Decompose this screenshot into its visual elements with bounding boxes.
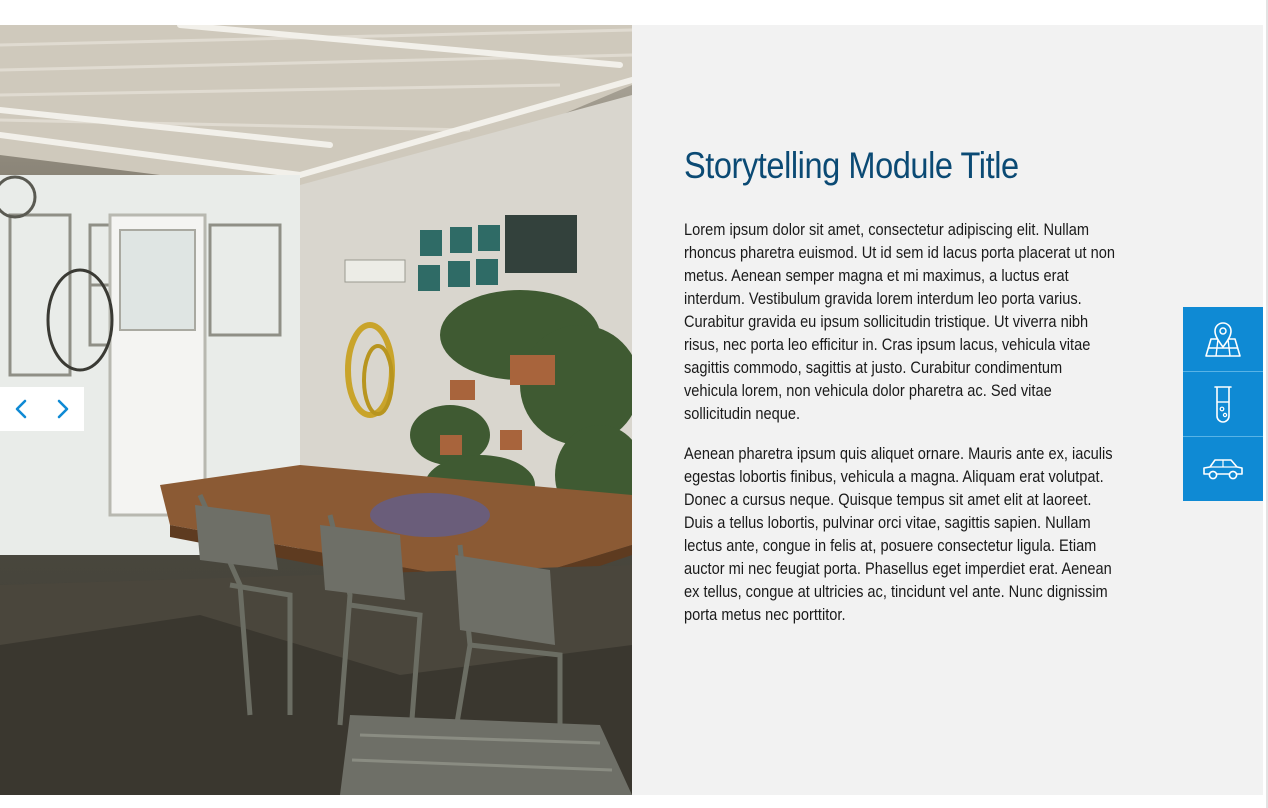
content-panel: Storytelling Module Title Lorem ipsum do… [632,25,1263,795]
page: Storytelling Module Title Lorem ipsum do… [0,0,1268,808]
chevron-right-icon [57,399,69,419]
side-tab-map[interactable] [1183,307,1263,372]
side-tab-lab[interactable] [1183,372,1263,437]
module-body: Lorem ipsum dolor sit amet, consectetur … [684,219,1118,644]
greenhouse-illustration [0,25,632,795]
storytelling-module: Storytelling Module Title Lorem ipsum do… [0,25,1263,795]
body-paragraph: Lorem ipsum dolor sit amet, consectetur … [684,221,1116,423]
chevron-left-icon [15,399,27,419]
prev-slide-button[interactable] [0,387,42,431]
slider-nav [0,387,84,431]
side-tab-bar [1183,307,1263,501]
next-slide-button[interactable] [42,387,84,431]
module-title: Storytelling Module Title [684,145,1019,186]
car-icon [1203,459,1243,480]
greenhouse-photo [0,25,632,795]
side-tab-car[interactable] [1183,437,1263,501]
test-tube-icon [1214,386,1232,423]
body-paragraph: Aenean pharetra ipsum quis aliquet ornar… [684,445,1113,624]
map-pin-icon [1205,322,1241,357]
